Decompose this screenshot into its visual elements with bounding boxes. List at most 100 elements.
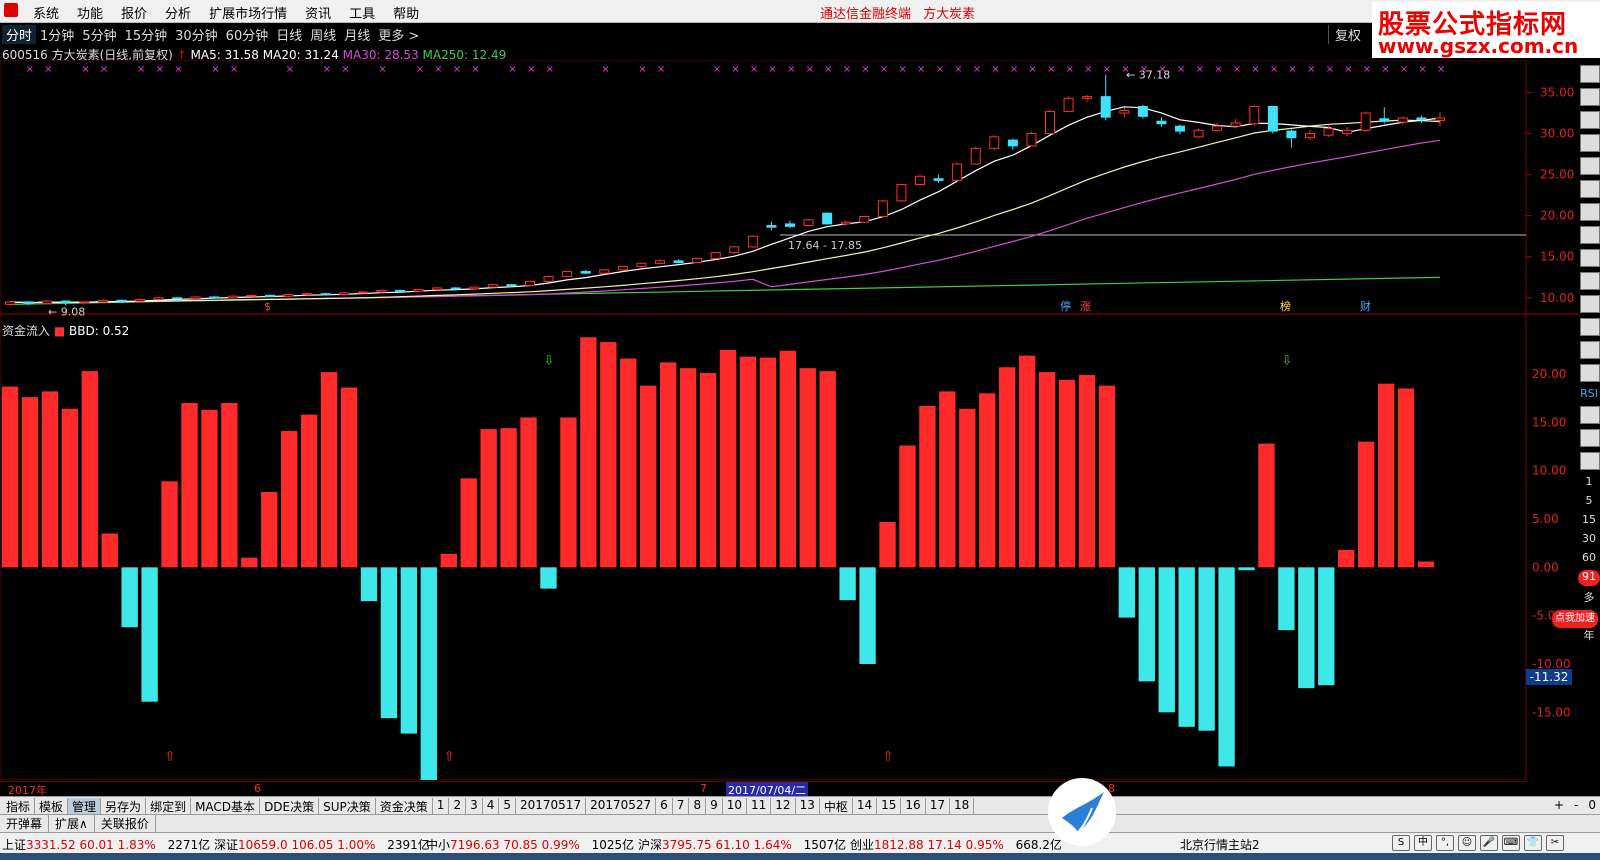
indicator-tab[interactable]: 14 bbox=[853, 798, 878, 815]
indicator-tab[interactable]: 16 bbox=[901, 798, 926, 815]
indicator-tab[interactable]: MACD基本 bbox=[191, 798, 261, 815]
toolbar-tool-icon[interactable] bbox=[1580, 111, 1600, 129]
tray-icon[interactable]: 🎤 bbox=[1480, 835, 1498, 851]
indicator-tab[interactable]: 管理 bbox=[68, 798, 102, 815]
indicator-tab[interactable]: SUP决策 bbox=[319, 798, 376, 815]
indicator-tab[interactable]: 18 bbox=[950, 798, 975, 815]
period-tab[interactable]: 5分钟 bbox=[78, 25, 120, 44]
menu-item-function[interactable]: 功能 bbox=[68, 3, 112, 22]
indicator-tab[interactable]: 6 bbox=[656, 798, 673, 815]
indicator-tab[interactable]: 20170517 bbox=[516, 798, 587, 815]
indicator-tab[interactable]: 指标 bbox=[2, 798, 36, 815]
tray-icon[interactable]: ☺ bbox=[1458, 835, 1476, 851]
period-number-button[interactable]: 5 bbox=[1578, 494, 1600, 510]
toolbar-tool-icon[interactable] bbox=[1580, 134, 1600, 152]
menu-item-help[interactable]: 帮助 bbox=[384, 3, 428, 22]
indicator-tab[interactable]: 模板 bbox=[35, 798, 69, 815]
index-quote[interactable]: 中小7196.63 70.85 0.99% 1025亿 bbox=[426, 836, 634, 853]
speed-badge[interactable]: 91 bbox=[1578, 570, 1600, 586]
indicator-tab[interactable]: 绑定到 bbox=[146, 798, 192, 815]
zoom-in-button[interactable]: + bbox=[1554, 798, 1564, 812]
speedup-button[interactable]: 点我加速 bbox=[1552, 610, 1598, 628]
menu-item-ext-market[interactable]: 扩展市场行情 bbox=[200, 3, 296, 22]
period-tab[interactable]: 分时 bbox=[2, 25, 37, 44]
period-tab[interactable]: 30分钟 bbox=[171, 25, 222, 44]
indicator-tab[interactable]: 1 bbox=[433, 798, 450, 815]
indicator-tab[interactable]: 11 bbox=[747, 798, 772, 815]
danmaku-button[interactable]: 开弹幕 bbox=[0, 815, 50, 832]
menu-item-news[interactable]: 资讯 bbox=[296, 3, 340, 22]
toolbar-tool-icon[interactable] bbox=[1580, 249, 1600, 267]
rsi-button[interactable]: RSI bbox=[1578, 387, 1600, 403]
toolbar-tool-icon[interactable] bbox=[1580, 88, 1600, 106]
toolbar-tool-icon[interactable] bbox=[1580, 203, 1600, 221]
indicator-tab[interactable]: 10 bbox=[723, 798, 747, 815]
period-number-button[interactable]: 30 bbox=[1578, 532, 1600, 548]
period-tab[interactable]: 1分钟 bbox=[36, 25, 78, 44]
period-number-button[interactable]: 1 bbox=[1578, 475, 1600, 491]
toolbar-tool-icon[interactable] bbox=[1580, 406, 1600, 424]
outflow-bar bbox=[1318, 567, 1335, 686]
ma5-line bbox=[9, 106, 1441, 304]
indicator-tab[interactable]: 另存为 bbox=[101, 798, 147, 815]
tray-icon[interactable]: 👕 bbox=[1524, 835, 1542, 851]
expand-button[interactable]: 扩展∧ bbox=[49, 815, 95, 832]
period-tab[interactable]: 15分钟 bbox=[121, 25, 172, 44]
tray-icon[interactable]: ✂ bbox=[1546, 835, 1564, 851]
toolbar-tool-icon[interactable] bbox=[1580, 180, 1600, 198]
zoom-out-button[interactable]: - bbox=[1574, 798, 1578, 812]
stock-chart[interactable]: 35.0030.0025.0020.0015.0010.0017.64 - 17… bbox=[0, 60, 1600, 780]
menu-item-system[interactable]: 系统 bbox=[24, 3, 68, 22]
indicator-tab[interactable]: 20170527 bbox=[586, 798, 657, 815]
period-tab[interactable]: 更多 > bbox=[374, 25, 423, 44]
tray-icon[interactable]: ⌨ bbox=[1502, 835, 1520, 851]
indicator-tab[interactable]: 7 bbox=[673, 798, 690, 815]
toolbar-tool-icon[interactable] bbox=[1580, 226, 1600, 244]
period-tab[interactable]: 日线 bbox=[272, 25, 306, 44]
tray-icon[interactable]: °, bbox=[1436, 835, 1454, 851]
period-tab[interactable]: 60分钟 bbox=[222, 25, 273, 44]
index-quote[interactable]: 上证3331.52 60.01 1.83% 2271亿 bbox=[2, 836, 210, 853]
indicator-tab[interactable]: 12 bbox=[771, 798, 796, 815]
period-number-button[interactable]: 15 bbox=[1578, 513, 1600, 529]
indicator-tab[interactable]: DDE决策 bbox=[260, 798, 320, 815]
indicator-tab[interactable]: 8 bbox=[689, 798, 707, 815]
indicator-tab[interactable]: 中枢 bbox=[820, 798, 853, 815]
indicator-tab[interactable]: 4 bbox=[483, 798, 500, 815]
index-quote[interactable]: 深证10659.0 106.05 1.00% 2391亿 bbox=[214, 836, 430, 853]
menu-item-tools[interactable]: 工具 bbox=[340, 3, 384, 22]
linked-quote-button[interactable]: 关联报价 bbox=[95, 815, 156, 832]
menu-item-analysis[interactable]: 分析 bbox=[156, 3, 200, 22]
toolbar-tool-icon[interactable] bbox=[1580, 65, 1600, 83]
menu-item-quote[interactable]: 报价 bbox=[112, 3, 156, 22]
toolbar-tool-icon[interactable] bbox=[1580, 272, 1600, 290]
indicator-tab[interactable]: 13 bbox=[796, 798, 820, 815]
index-quote[interactable]: 创业1812.88 17.14 0.95% 668.2亿 bbox=[850, 836, 1062, 853]
period-word-button[interactable]: 多 bbox=[1578, 589, 1600, 605]
period-tab[interactable]: 月线 bbox=[340, 25, 374, 44]
indicator-tab[interactable]: 3 bbox=[466, 798, 483, 815]
index-quote[interactable]: 沪深3795.75 61.10 1.64% 1507亿 bbox=[638, 836, 846, 853]
toolbar-tool-icon[interactable] bbox=[1580, 452, 1600, 470]
indicator-tab[interactable]: 资金决策 bbox=[376, 798, 433, 815]
toolbar-tool-icon[interactable] bbox=[1580, 364, 1600, 382]
indicator-tab[interactable]: 9 bbox=[706, 798, 723, 815]
period-word-button[interactable]: 年 bbox=[1578, 627, 1600, 643]
toolbar-tool-icon[interactable] bbox=[1580, 429, 1600, 447]
inflow-bar bbox=[21, 397, 39, 568]
period-tab[interactable]: 周线 bbox=[306, 25, 340, 44]
candle bbox=[1026, 131, 1037, 147]
indicator-tab[interactable]: 17 bbox=[926, 798, 950, 815]
indicator-tab[interactable]: 15 bbox=[877, 798, 902, 815]
toolbar-tool-icon[interactable] bbox=[1580, 341, 1600, 359]
toolbar-tool-icon[interactable] bbox=[1580, 295, 1600, 313]
toolbar-tool-icon[interactable] bbox=[1580, 157, 1600, 175]
zoom-reset-button[interactable]: 0 bbox=[1588, 798, 1596, 812]
period-number-button[interactable]: 60 bbox=[1578, 551, 1600, 567]
tray-icon[interactable]: S bbox=[1392, 835, 1410, 851]
fuquan-button[interactable]: 复权 bbox=[1328, 25, 1361, 44]
indicator-tab[interactable]: 2 bbox=[449, 798, 467, 815]
indicator-tab[interactable]: 5 bbox=[499, 798, 516, 815]
tray-icon[interactable]: 中 bbox=[1414, 835, 1432, 851]
toolbar-tool-icon[interactable] bbox=[1580, 318, 1600, 336]
